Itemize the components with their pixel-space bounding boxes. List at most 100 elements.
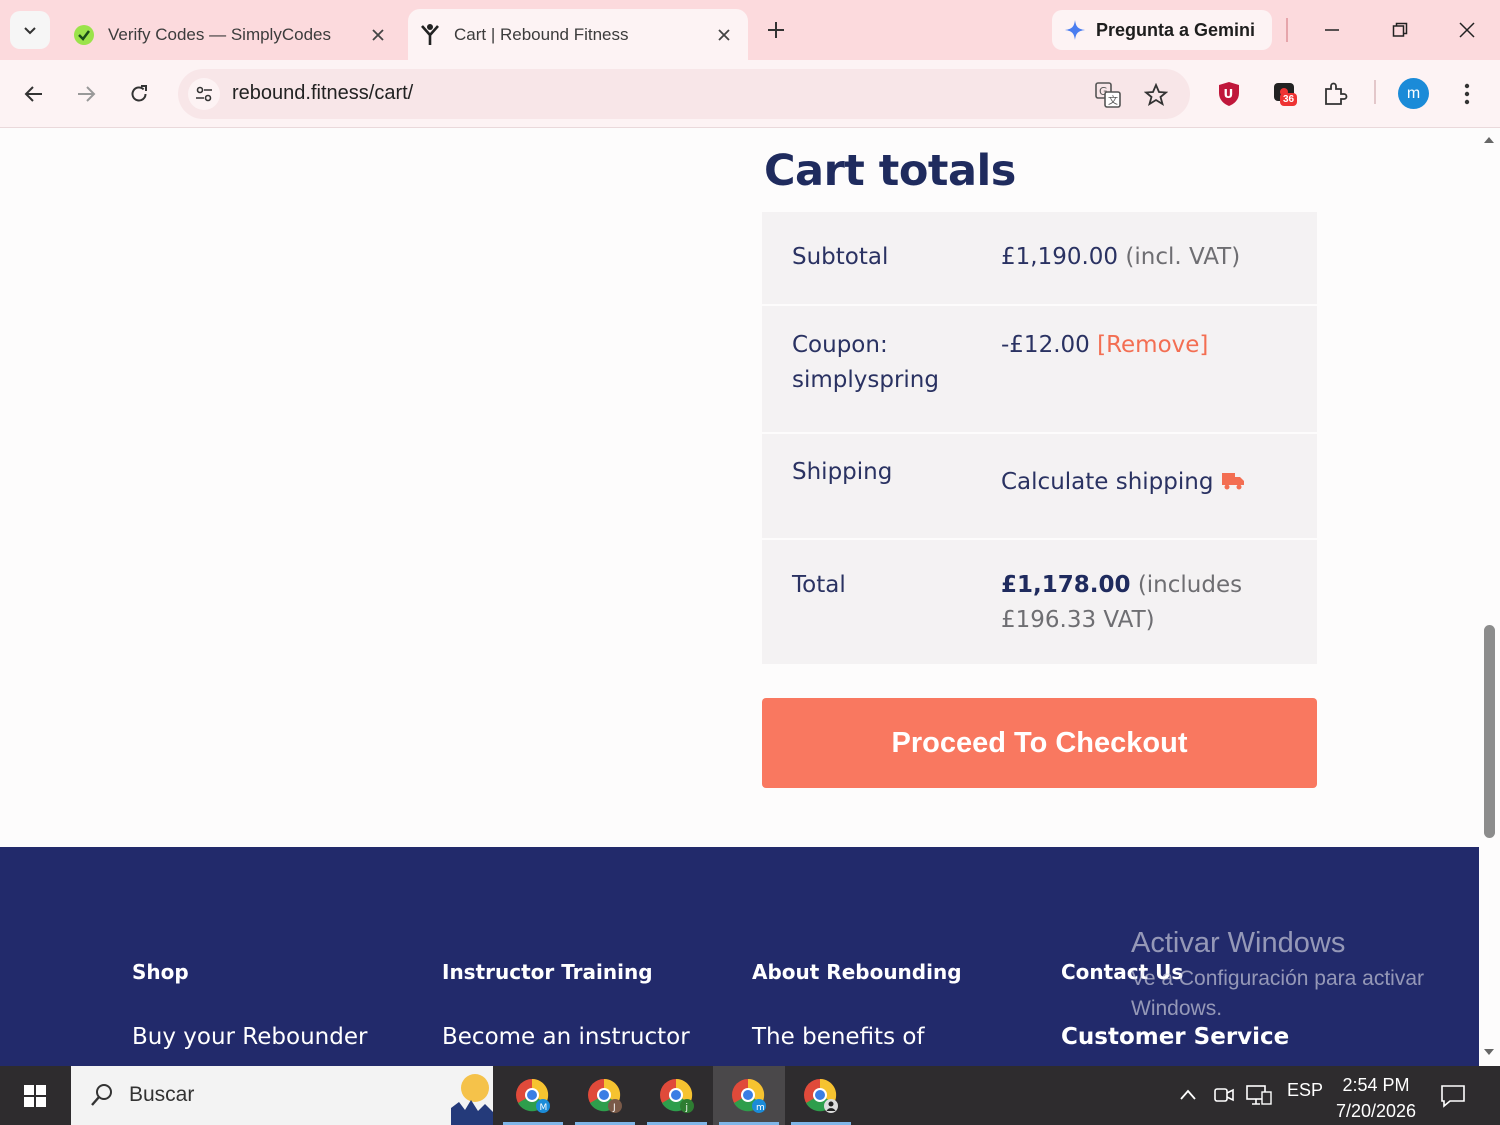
subtotal-label: Subtotal <box>792 244 889 270</box>
subtotal-value: £1,190.00 (incl. VAT) <box>1001 244 1241 270</box>
tab-title: Verify Codes — SimplyCodes <box>108 24 331 44</box>
minimize-button[interactable] <box>1312 12 1352 48</box>
svg-text:U: U <box>1224 87 1234 101</box>
reload-icon <box>131 85 147 102</box>
language-indicator[interactable]: ESP <box>1287 1080 1323 1101</box>
footer-heading-shop[interactable]: Shop <box>132 960 189 984</box>
tune-icon <box>196 86 212 102</box>
tab-title: Cart | Rebound Fitness <box>454 24 629 44</box>
proceed-to-checkout-button[interactable]: Proceed To Checkout <box>762 698 1317 788</box>
scroll-down-arrow-icon[interactable] <box>1483 1047 1495 1057</box>
notification-center-icon[interactable] <box>1440 1084 1466 1108</box>
page-title: Cart totals <box>764 146 1016 196</box>
calculate-shipping-link[interactable]: Calculate shipping <box>1001 465 1245 500</box>
extensions-button[interactable] <box>1318 77 1352 111</box>
clock-time: 2:54 PM <box>1342 1075 1410 1095</box>
new-tab-button[interactable] <box>762 16 790 44</box>
network-icon[interactable] <box>1246 1084 1272 1106</box>
chrome-icon: J <box>588 1078 622 1113</box>
total-row: Total £1,178.00 (includes £196.33 VAT) <box>762 540 1317 666</box>
total-value: £1,178.00 (includes £196.33 VAT) <box>1001 572 1243 633</box>
footer-link-customer-service[interactable]: Customer Service <box>1061 1024 1289 1050</box>
watermark-text: Ve a Configuración para activar Windows. <box>1131 967 1425 1020</box>
close-window-button[interactable] <box>1447 12 1487 48</box>
menu-button[interactable] <box>1450 77 1484 111</box>
close-icon[interactable] <box>710 21 738 49</box>
chrome-icon: m <box>732 1078 766 1113</box>
extension-badge: 36 <box>1280 93 1298 106</box>
svg-text:j: j <box>685 1103 689 1113</box>
search-icon <box>91 1084 112 1106</box>
gemini-button[interactable]: Pregunta a Gemini <box>1052 10 1272 50</box>
shipping-row: Shipping Calculate shipping <box>762 434 1317 540</box>
profile-avatar[interactable]: m <box>1398 78 1429 109</box>
puzzle-icon <box>1325 82 1348 105</box>
windows-activation-watermark: Activar Windows Ve a Configuración para … <box>1131 927 1451 1024</box>
site-info-button[interactable] <box>188 78 220 110</box>
more-vert-icon <box>1464 83 1470 105</box>
coupon-label: Coupon: simplyspring <box>792 332 939 393</box>
arrow-left-icon <box>24 86 42 102</box>
search-placeholder: Buscar <box>129 1083 195 1106</box>
shipping-label: Shipping <box>792 459 893 485</box>
scrollbar-track[interactable] <box>1479 128 1500 1066</box>
subtotal-row: Subtotal £1,190.00 (incl. VAT) <box>762 212 1317 306</box>
start-button[interactable] <box>0 1066 70 1125</box>
svg-text:文: 文 <box>1108 94 1118 107</box>
svg-text:M: M <box>540 1103 548 1113</box>
restore-button[interactable] <box>1380 12 1420 48</box>
address-bar[interactable]: rebound.fitness/cart/ G文 <box>178 69 1190 119</box>
star-icon <box>1144 83 1168 106</box>
scroll-up-arrow-icon[interactable] <box>1483 135 1495 145</box>
coupon-row: Coupon: simplyspring -£12.00 [Remove] <box>762 306 1317 434</box>
chrome-icon: M <box>516 1078 550 1113</box>
chevron-down-icon <box>24 27 36 35</box>
chrome-icon: j <box>660 1078 694 1113</box>
taskbar-chrome-profile-j-lower-button[interactable]: j <box>641 1066 713 1125</box>
divider <box>1374 80 1376 104</box>
meet-camera-icon[interactable] <box>1213 1084 1235 1106</box>
tab-search-button[interactable] <box>10 11 50 49</box>
coupon-value: -£12.00 [Remove] <box>1001 332 1209 358</box>
footer-link-become-instructor[interactable]: Become an instructor <box>442 1024 690 1050</box>
forward-button[interactable] <box>68 76 104 112</box>
taskbar-chrome-profile-j-button[interactable]: J <box>569 1066 641 1125</box>
gemini-label: Pregunta a Gemini <box>1096 19 1256 40</box>
scrollbar-thumb[interactable] <box>1484 625 1495 838</box>
translate-button[interactable]: G文 <box>1094 81 1122 109</box>
chrome-icon <box>804 1078 838 1113</box>
taskbar-search-box[interactable]: Buscar <box>71 1066 493 1125</box>
watermark-title: Activar Windows <box>1131 927 1346 959</box>
bookmark-button[interactable] <box>1142 81 1170 109</box>
taskbar-chrome-profile-m-lower-button[interactable]: m <box>713 1066 785 1125</box>
svg-text:m: m <box>756 1103 765 1113</box>
chevron-up-icon[interactable] <box>1179 1088 1197 1102</box>
shield-icon: U <box>1219 82 1239 106</box>
footer-heading-about-rebounding[interactable]: About Rebounding <box>752 960 962 984</box>
tab-strip: Verify Codes — SimplyCodes Cart | Reboun… <box>0 0 1500 60</box>
system-clock[interactable]: 2:54 PM 7/20/2026 <box>1326 1072 1426 1124</box>
back-button[interactable] <box>16 76 52 112</box>
remove-coupon-link[interactable]: [Remove] <box>1097 332 1208 358</box>
footer-link-buy-rebounder[interactable]: Buy your Rebounder <box>132 1024 367 1050</box>
url-text[interactable]: rebound.fitness/cart/ <box>232 82 413 105</box>
tab-rebound-fitness[interactable]: Cart | Rebound Fitness <box>408 9 748 60</box>
footer-link-benefits[interactable]: The benefits of <box>752 1024 925 1050</box>
close-icon <box>1459 22 1475 38</box>
cart-totals-table: Subtotal £1,190.00 (incl. VAT) Coupon: si… <box>762 212 1317 666</box>
plus-icon <box>768 22 784 38</box>
taskbar-chrome-profile-m-button[interactable]: M <box>497 1066 569 1125</box>
truck-icon <box>1222 473 1245 490</box>
footer-heading-instructor-training[interactable]: Instructor Training <box>442 960 653 984</box>
browser-toolbar: rebound.fitness/cart/ G文 U 36 <box>0 60 1500 128</box>
tab-simplycodes[interactable]: Verify Codes — SimplyCodes <box>62 9 402 60</box>
coupon-extension-button[interactable]: 36 <box>1268 77 1302 111</box>
close-icon[interactable] <box>364 21 392 49</box>
translate-icon: G文 <box>1095 82 1121 108</box>
windows-taskbar: Buscar M J j m ESP 2:54 PM 7/20/2026 <box>0 1066 1500 1125</box>
taskbar-chrome-guest-button[interactable] <box>785 1066 857 1125</box>
divider <box>1286 18 1288 42</box>
reload-button[interactable] <box>121 76 157 112</box>
svg-text:J: J <box>612 1103 616 1113</box>
ublock-extension-button[interactable]: U <box>1212 77 1246 111</box>
